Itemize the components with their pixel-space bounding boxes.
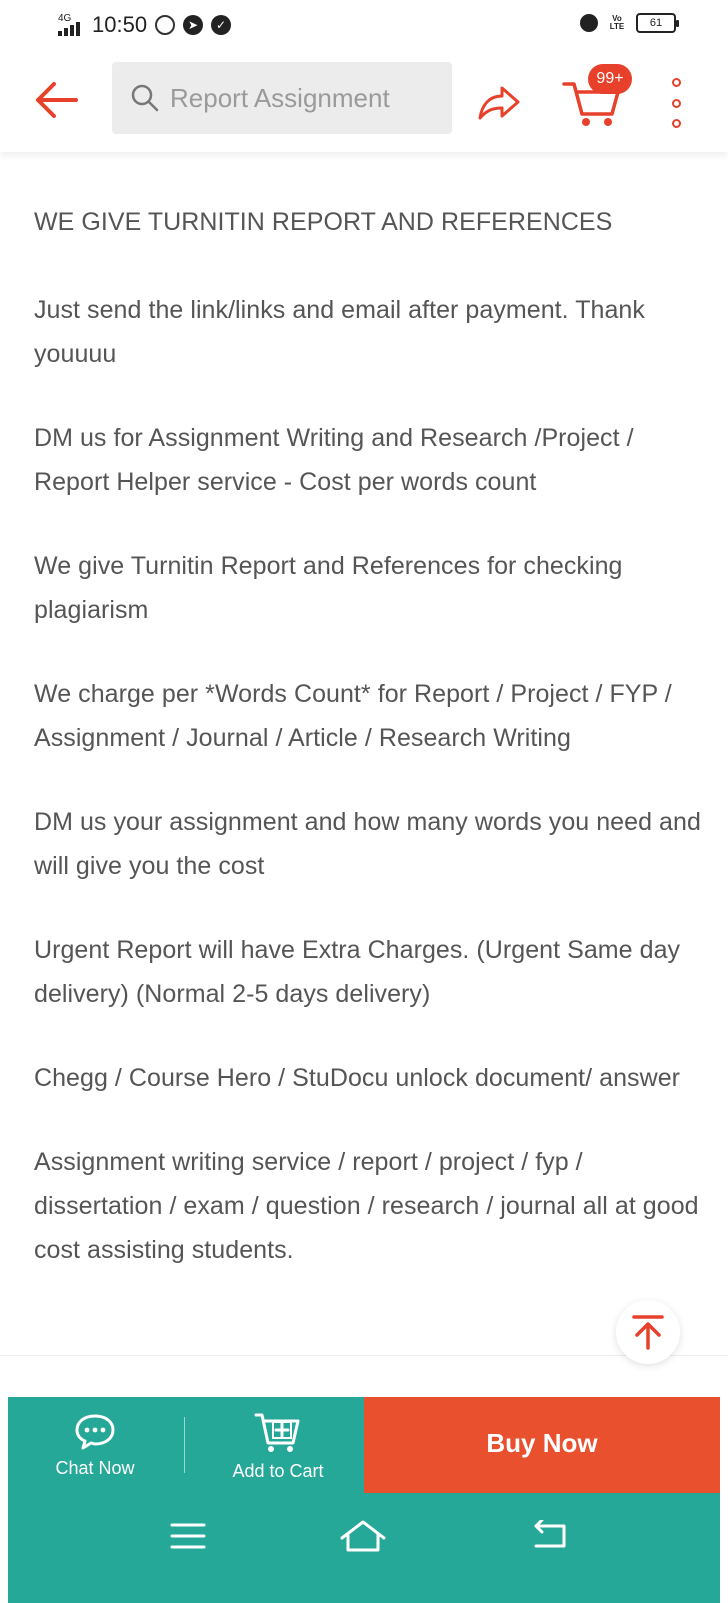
telegram-icon: ➤ [183, 15, 204, 35]
menu-icon [170, 1523, 206, 1549]
share-icon [478, 86, 520, 120]
battery-level: 61 [649, 17, 663, 29]
back-nav-button[interactable] [520, 1511, 580, 1561]
top-nav: 99+ [0, 56, 728, 152]
home-icon [340, 1520, 386, 1552]
description-paragraph: Chegg / Course Hero / StuDocu unlock doc… [34, 1064, 681, 1092]
scroll-to-top-icon [632, 1315, 664, 1350]
clock: 10:50 [92, 12, 148, 37]
chat-now-button[interactable]: Chat Now [20, 1397, 170, 1493]
alarm-icon [580, 14, 598, 32]
scroll-to-top-button[interactable] [616, 1300, 680, 1364]
whatsapp-icon [155, 15, 176, 35]
chat-icon [75, 1414, 115, 1449]
description-paragraph: Assignment writing service / report / pr… [34, 1148, 699, 1264]
check-icon: ✓ [211, 15, 232, 35]
battery-icon: 61 [636, 13, 679, 33]
signal-icon: 4G [58, 14, 84, 36]
more-options-button[interactable] [664, 78, 688, 128]
system-nav-bar [8, 1493, 720, 1603]
product-description: WE GIVE TURNITIN REPORT AND REFERENCES J… [34, 200, 704, 1312]
menu-button[interactable] [158, 1511, 218, 1561]
action-bar: Chat Now Add to Cart Buy Now [8, 1397, 720, 1493]
description-paragraph: DM us for Assignment Writing and Researc… [34, 424, 634, 496]
back-button[interactable] [30, 74, 82, 126]
description-paragraph: DM us your assignment and how many words… [34, 808, 701, 880]
search-box[interactable] [112, 62, 452, 134]
content-divider [0, 1355, 728, 1356]
buy-now-button[interactable]: Buy Now [364, 1397, 720, 1493]
status-right: Vo LTE 61 [580, 13, 679, 33]
description-paragraph: Just send the link/links and email after… [34, 296, 645, 368]
action-divider [184, 1417, 185, 1473]
add-to-cart-label: Add to Cart [232, 1460, 324, 1481]
description-heading: WE GIVE TURNITIN REPORT AND REFERENCES [34, 208, 613, 236]
volte-indicator: Vo LTE [609, 14, 625, 31]
share-button[interactable] [472, 76, 524, 128]
more-icon [671, 78, 681, 87]
description-paragraph: Urgent Report will have Extra Charges. (… [34, 936, 681, 1008]
cart-count-badge: 99+ [588, 64, 632, 94]
status-left: 4G 10:50 ➤ ✓ [58, 12, 232, 38]
back-arrow-icon [36, 82, 78, 118]
search-input[interactable] [170, 82, 430, 114]
description-paragraph: We give Turnitin Report and References f… [34, 552, 623, 624]
back-icon [534, 1520, 566, 1548]
description-paragraph: We charge per *Words Count* for Report /… [34, 680, 672, 752]
add-to-cart-icon [254, 1413, 300, 1452]
chat-now-label: Chat Now [55, 1457, 135, 1478]
add-to-cart-button[interactable]: Add to Cart [198, 1397, 358, 1493]
home-button[interactable] [333, 1511, 393, 1561]
status-bar: 4G 10:50 ➤ ✓ Vo LTE 61 [0, 0, 728, 48]
search-icon [131, 84, 159, 112]
